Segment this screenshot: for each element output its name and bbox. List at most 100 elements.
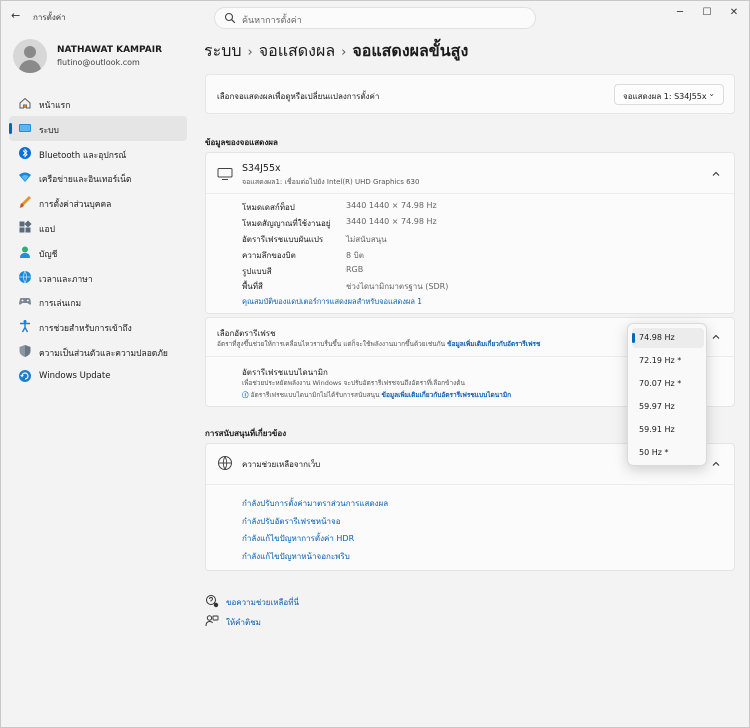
display-info-card: S34J55x จอแสดงผล1: เชื่อมต่อไปยัง Intel(…	[205, 152, 735, 314]
feedback-icon	[205, 615, 219, 627]
brush-icon	[19, 196, 31, 208]
info-row-vrr: อัตรารีเฟรชแบบผันแปร ไม่สนับสนุน	[242, 233, 542, 249]
user-name: NATHAWAT KAMPAIR	[57, 45, 163, 55]
help-link-flicker[interactable]: กำลังแก้ไขปัญหาหน้าจอกะพริบ	[242, 550, 350, 563]
help-link-refresh[interactable]: กำลังปรับอัตรารีเฟรชหน้าจอ	[242, 515, 341, 528]
display-selector-label: เลือกจอแสดงผลเพื่อดูหรือเปลี่ยนแปลงการตั…	[217, 92, 380, 101]
sidebar-item-label: เครือข่ายและอินเทอร์เน็ต	[39, 175, 132, 186]
sidebar-item-accounts[interactable]: บัญชี	[9, 240, 187, 265]
info-icon: ⓘ	[242, 391, 249, 399]
info-key: รูปแบบสี	[242, 267, 272, 276]
info-value: 3440 1440 × 74.98 Hz	[346, 217, 437, 226]
display-info-heading: ข้อมูลของจอแสดงผล	[205, 138, 278, 147]
close-button[interactable]: ✕	[723, 5, 745, 21]
chevron-up-icon[interactable]	[711, 459, 721, 469]
sidebar-item-bluetooth[interactable]: Bluetooth และอุปกรณ์	[9, 141, 187, 166]
info-key: โหมดสัญญาณที่ใช้งานอยู่	[242, 219, 331, 228]
account-icon	[20, 246, 30, 258]
info-value: ช่วงไดนามิกมาตรฐาน (SDR)	[346, 282, 449, 291]
dynamic-refresh-description: เพื่อช่วยประหยัดพลังงาน Windows จะปรับอั…	[242, 379, 465, 387]
chevron-up-icon[interactable]	[711, 332, 721, 342]
shield-icon	[19, 344, 31, 357]
refresh-rate-option[interactable]: 72.19 Hz *	[632, 351, 704, 371]
sidebar-item-label: Windows Update	[39, 370, 111, 381]
dynamic-refresh-note: ⓘ อัตรารีเฟรชแบบไดนามิกไม่ได้รับการสนับส…	[242, 389, 511, 400]
info-row-bit-depth: ความลึกของบิต 8 บิต	[242, 249, 542, 265]
help-icon	[206, 595, 219, 608]
info-value: 8 บิต	[346, 251, 364, 260]
refresh-rate-description: อัตราที่สูงขึ้นช่วยให้การเคลื่อนไหวราบรื…	[217, 339, 540, 349]
user-profile[interactable]: NATHAWAT KAMPAIR flutino@outlook.com	[13, 39, 193, 79]
wifi-icon	[19, 172, 31, 183]
info-value: ไม่สนับสนุน	[346, 235, 387, 244]
get-help-label: ขอความช่วยเหลือที่นี่	[226, 598, 299, 607]
help-link-hdr[interactable]: กำลังแก้ไขปัญหาการตั้งค่า HDR	[242, 532, 354, 545]
sidebar-item-label: แอป	[39, 224, 55, 235]
sidebar-item-network[interactable]: เครือข่ายและอินเทอร์เน็ต	[9, 165, 187, 190]
globe-icon	[218, 456, 232, 470]
refresh-rate-learn-more-link[interactable]: ข้อมูลเพิ่มเติมเกี่ยวกับอัตรารีเฟรช	[447, 340, 540, 348]
feedback-label: ให้คำติชม	[226, 618, 261, 627]
sidebar-item-time-language[interactable]: เวลาและภาษา	[9, 265, 187, 290]
sidebar-item-label: ระบบ	[39, 125, 59, 136]
info-row-color-format: รูปแบบสี RGB	[242, 265, 542, 281]
refresh-rate-option-label: 59.91 Hz	[639, 425, 675, 434]
system-icon	[19, 123, 31, 132]
minimize-button[interactable]: ─	[669, 5, 691, 21]
refresh-rate-option[interactable]: 74.98 Hz	[632, 328, 704, 348]
refresh-rate-option[interactable]: 59.91 Hz	[632, 420, 704, 440]
breadcrumb-system[interactable]: ระบบ	[204, 41, 242, 60]
sidebar-item-apps[interactable]: แอป	[9, 215, 187, 240]
refresh-rate-option-label: 74.98 Hz	[639, 333, 675, 342]
sidebar-item-label: ความเป็นส่วนตัวและความปลอดภัย	[39, 348, 168, 359]
sidebar-item-gaming[interactable]: การเล่นเกม	[9, 289, 187, 314]
title-bar: ← การตั้งค่า ค้นหาการตั้งค่า ─ ☐ ✕	[1, 1, 749, 31]
info-key: โหมดเดสก์ท็อป	[242, 203, 295, 212]
display-subtitle: จอแสดงผล1: เชื่อมต่อไปยัง Intel(R) UHD G…	[242, 178, 420, 186]
get-help-link[interactable]: ขอความช่วยเหลือที่นี่	[205, 594, 405, 610]
sidebar-item-system[interactable]: ระบบ	[9, 115, 187, 141]
refresh-rate-description-text: อัตราที่สูงขึ้นช่วยให้การเคลื่อนไหวราบรื…	[217, 340, 446, 348]
info-key: ความลึกของบิต	[242, 251, 296, 260]
breadcrumb-separator: ›	[247, 45, 253, 60]
adapter-properties-link[interactable]: คุณสมบัติของแดปเตอร์การแสดงผลสำหรับจอแสด…	[242, 296, 422, 308]
page-title: จอแสดงผลขั้นสูง	[352, 41, 469, 60]
bluetooth-icon	[19, 146, 31, 159]
breadcrumb: ระบบ › จอแสดงผล › จอแสดงผลขั้นสูง	[204, 39, 468, 64]
refresh-rate-dropdown: 74.98 Hz 72.19 Hz * 70.07 Hz * 59.97 Hz …	[627, 323, 707, 466]
back-button[interactable]: ←	[11, 10, 25, 22]
refresh-rate-option-label: 70.07 Hz *	[639, 379, 682, 388]
sidebar-item-label: Bluetooth และอุปกรณ์	[39, 150, 127, 161]
display-name: S34J55x	[242, 163, 281, 174]
web-help-title: ความช่วยเหลือจากเว็บ	[242, 460, 321, 469]
avatar	[13, 39, 47, 73]
chevron-down-icon: ⌄	[708, 89, 715, 98]
user-email: flutino@outlook.com	[57, 58, 140, 67]
dynamic-refresh-note-text: อัตรารีเฟรชแบบไดนามิกไม่ได้รับการสนับสนุ…	[250, 391, 380, 399]
sidebar-item-home[interactable]: หน้าแรก	[9, 91, 187, 116]
sidebar-item-privacy[interactable]: ความเป็นส่วนตัวและความปลอดภัย	[9, 339, 187, 364]
search-placeholder: ค้นหาการตั้งค่า	[242, 16, 302, 26]
search-box[interactable]: ค้นหาการตั้งค่า	[214, 7, 536, 29]
feedback-link[interactable]: ให้คำติชม	[205, 614, 405, 630]
accessibility-icon	[20, 320, 30, 333]
sidebar-item-label: การเล่นเกม	[39, 299, 82, 310]
dynamic-refresh-learn-more-link[interactable]: ข้อมูลเพิ่มเติมเกี่ยวกับอัตรารีเฟรชแบบได…	[382, 391, 512, 399]
info-row-active-signal: โหมดสัญญาณที่ใช้งานอยู่ 3440 1440 × 74.9…	[242, 217, 542, 233]
help-link-scaling[interactable]: กำลังปรับการตั้งค่ามาตราส่วนการแสดงผล	[242, 497, 388, 510]
sidebar-nav: หน้าแรก ระบบ Bluetooth และอุปกรณ์ เครือข…	[9, 91, 187, 389]
info-value: RGB	[346, 265, 364, 274]
breadcrumb-display[interactable]: จอแสดงผล	[259, 41, 335, 60]
refresh-rate-option[interactable]: 50 Hz *	[632, 443, 704, 463]
refresh-rate-option-label: 50 Hz *	[639, 448, 669, 457]
app-title: การตั้งค่า	[33, 13, 66, 22]
sidebar-item-accessibility[interactable]: การช่วยสำหรับการเข้าถึง	[9, 314, 187, 339]
sidebar-item-personalization[interactable]: การตั้งค่าส่วนบุคคล	[9, 190, 187, 215]
maximize-button[interactable]: ☐	[696, 5, 718, 21]
sidebar-item-windows-update[interactable]: Windows Update	[9, 364, 187, 389]
display-select[interactable]: จอแสดงผล 1: S34J55x ⌄	[614, 84, 724, 105]
chevron-up-icon[interactable]	[711, 169, 721, 179]
refresh-rate-option[interactable]: 59.97 Hz	[632, 397, 704, 417]
refresh-rate-option-label: 72.19 Hz *	[639, 356, 682, 365]
refresh-rate-option[interactable]: 70.07 Hz *	[632, 374, 704, 394]
